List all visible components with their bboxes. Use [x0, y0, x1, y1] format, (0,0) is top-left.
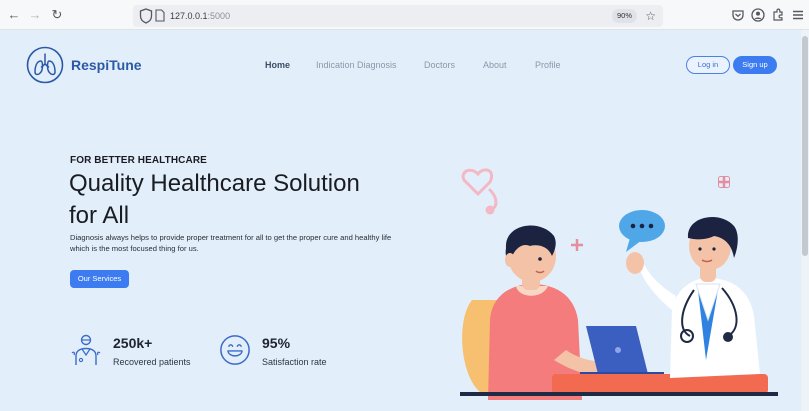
menu-icon[interactable] — [790, 7, 806, 23]
doctor-consultation-illustration — [460, 168, 778, 400]
pocket-icon[interactable] — [730, 7, 746, 23]
hero-description: Diagnosis always helps to provide proper… — [70, 233, 392, 253]
forward-icon[interactable]: → — [27, 7, 43, 23]
back-icon[interactable]: ← — [6, 7, 22, 23]
nav-indication-diagnosis[interactable]: Indication Diagnosis — [316, 59, 397, 71]
signup-button[interactable]: Sign up — [733, 56, 777, 74]
plus-icon-small — [571, 239, 583, 251]
smiley-icon — [220, 335, 250, 365]
url-port: :5000 — [207, 11, 231, 21]
stethoscope-outline-icon — [461, 168, 498, 215]
extensions-icon[interactable] — [770, 7, 786, 23]
hero-title: Quality Healthcare Solution for All — [69, 168, 429, 232]
stat-label-satisfaction: Satisfaction rate — [262, 357, 327, 367]
bookmark-star-icon[interactable]: ☆ — [645, 8, 656, 24]
login-button[interactable]: Log in — [686, 56, 730, 74]
stat-value-recovered: 250k+ — [113, 335, 153, 351]
nav-profile[interactable]: Profile — [535, 59, 561, 71]
plus-icon — [718, 176, 730, 188]
hero-eyebrow: FOR BETTER HEALTHCARE — [70, 155, 207, 166]
url-text[interactable]: 127.0.0.1:5000 — [170, 9, 230, 23]
speech-bubble-icon — [619, 210, 665, 252]
stat-value-satisfaction: 95% — [262, 335, 291, 351]
scrollbar-thumb[interactable] — [802, 36, 808, 256]
zoom-badge[interactable]: 90% — [611, 9, 637, 23]
url-host: 127.0.0.1 — [170, 11, 208, 21]
hero-title-line-1: Quality Healthcare Solution — [69, 170, 360, 197]
page-icon — [155, 9, 165, 22]
lungs-logo-icon[interactable] — [26, 46, 64, 84]
address-bar[interactable]: 127.0.0.1:5000 90% ☆ — [133, 5, 663, 27]
hero-title-line-2: for All — [69, 202, 130, 229]
nav-home[interactable]: Home — [265, 59, 290, 71]
patient-icon — [71, 334, 101, 365]
stat-label-recovered: Recovered patients — [113, 357, 191, 367]
browser-toolbar: ← → ↻ 127.0.0.1:5000 90% ☆ — [0, 0, 809, 30]
brand-name[interactable]: RespiTune — [71, 56, 142, 74]
shield-icon[interactable] — [139, 8, 153, 24]
reload-icon[interactable]: ↻ — [49, 7, 65, 23]
desk — [552, 374, 768, 394]
nav-about[interactable]: About — [483, 59, 507, 71]
page-scrollbar[interactable] — [801, 30, 809, 411]
account-icon[interactable] — [750, 7, 766, 23]
nav-doctors[interactable]: Doctors — [424, 59, 455, 71]
floor-line — [460, 392, 778, 396]
our-services-button[interactable]: Our Services — [70, 270, 129, 288]
